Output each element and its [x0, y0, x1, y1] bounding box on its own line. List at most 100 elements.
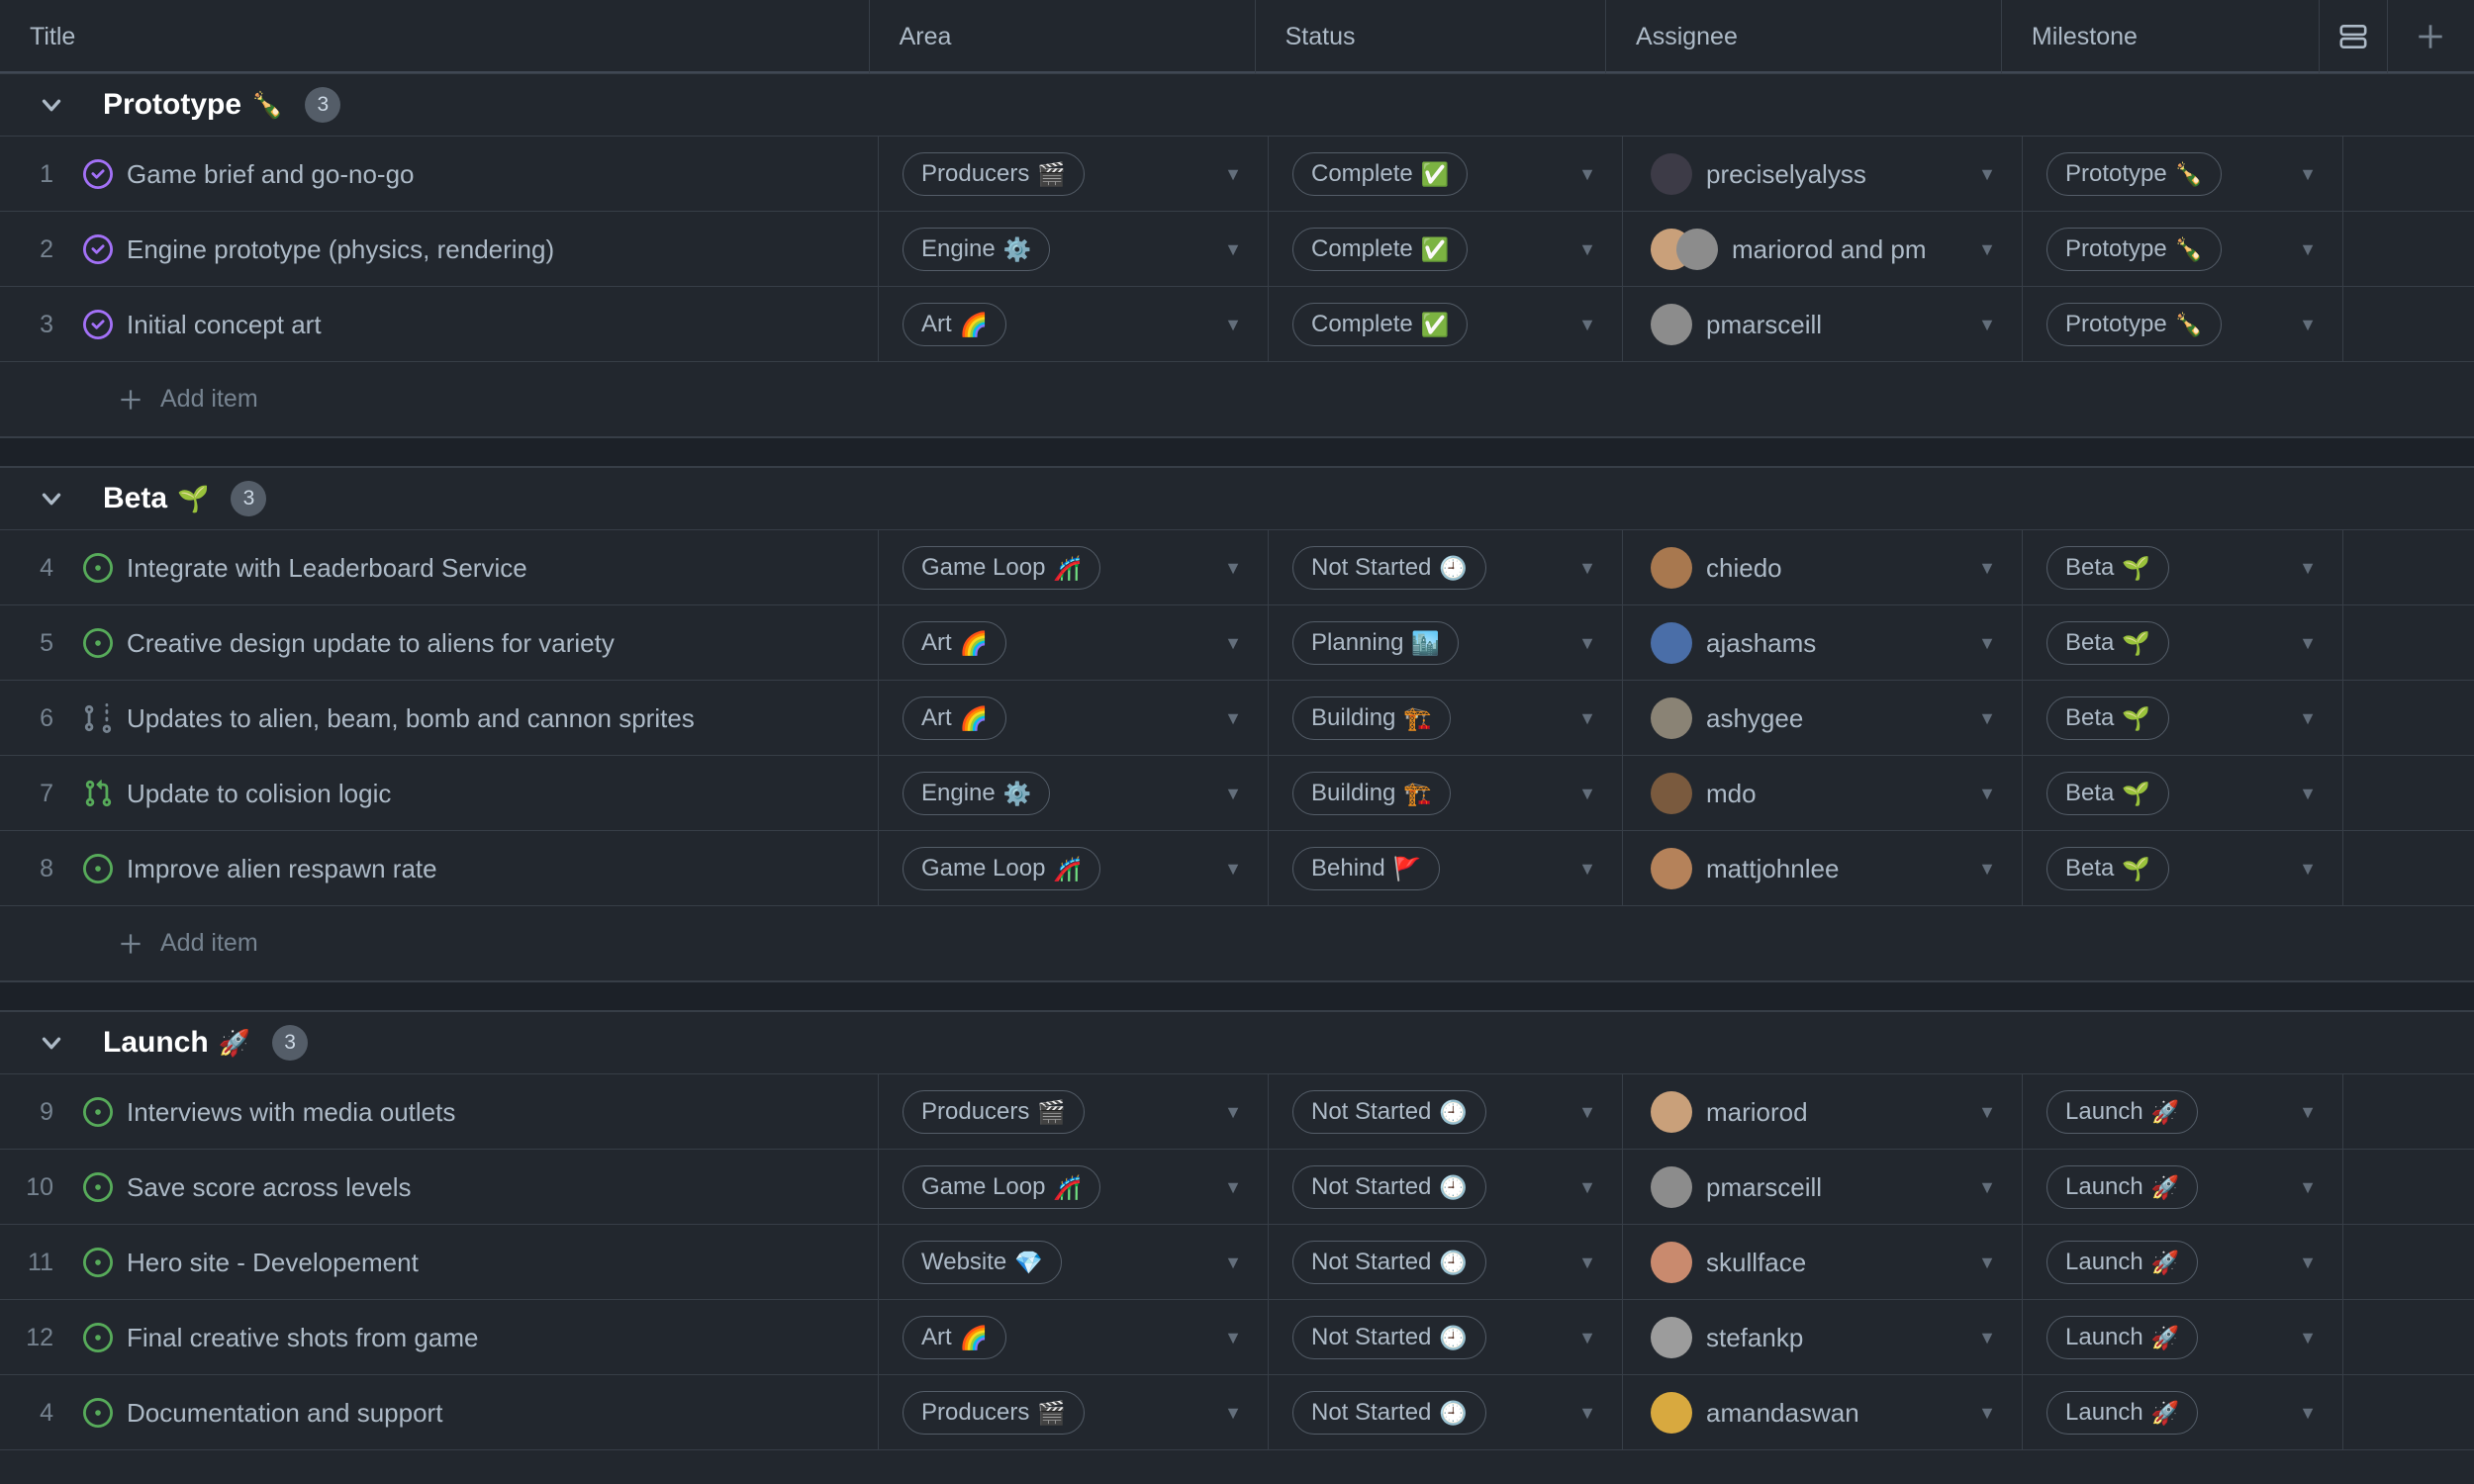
milestone-cell[interactable]: Launch 🚀 ▼ — [2023, 1375, 2343, 1450]
milestone-dropdown-caret[interactable]: ▼ — [2299, 708, 2317, 729]
area-dropdown-caret[interactable]: ▼ — [1224, 859, 1242, 880]
area-dropdown-caret[interactable]: ▼ — [1224, 1252, 1242, 1273]
assignee-cell[interactable]: mariorod ▼ — [1623, 1074, 2023, 1150]
group-header-prototype[interactable]: Prototype 🍾 3 — [0, 73, 2474, 137]
milestone-chip[interactable]: Launch 🚀 — [2046, 1391, 2199, 1435]
table-row[interactable]: 3 Initial concept art Art 🌈 ▼ Complete ✅ ▼ pmars… — [0, 287, 2474, 362]
area-cell[interactable]: Game Loop 🎢 ▼ — [879, 530, 1269, 605]
status-dropdown-caret[interactable]: ▼ — [1578, 1177, 1596, 1198]
milestone-dropdown-caret[interactable]: ▼ — [2299, 315, 2317, 335]
row-title-cell[interactable]: Hero site - Developement — [65, 1225, 879, 1300]
table-row[interactable]: 8 Improve alien respawn rate Game Loop 🎢 ▼ Be… — [0, 831, 2474, 906]
assignee-dropdown-caret[interactable]: ▼ — [1978, 239, 1996, 260]
add-column-button[interactable] — [2388, 0, 2474, 73]
status-dropdown-caret[interactable]: ▼ — [1578, 708, 1596, 729]
milestone-dropdown-caret[interactable]: ▼ — [2299, 784, 2317, 804]
area-cell[interactable]: Art 🌈 ▼ — [879, 1300, 1269, 1375]
assignee-cell[interactable]: stefankp ▼ — [1623, 1300, 2023, 1375]
row-title-cell[interactable]: Final creative shots from game — [65, 1300, 879, 1375]
status-chip[interactable]: Building 🏗️ — [1292, 696, 1452, 740]
assignee-cell[interactable]: mariorod and pm ▼ — [1623, 212, 2023, 287]
row-title-cell[interactable]: Update to colision logic — [65, 756, 879, 831]
milestone-dropdown-caret[interactable]: ▼ — [2299, 239, 2317, 260]
area-chip[interactable]: Art 🌈 — [903, 696, 1007, 740]
milestone-dropdown-caret[interactable]: ▼ — [2299, 164, 2317, 185]
milestone-chip[interactable]: Prototype 🍾 — [2046, 152, 2223, 196]
area-cell[interactable]: Producers 🎬 ▼ — [879, 1375, 1269, 1450]
status-cell[interactable]: Not Started 🕘 ▼ — [1269, 1300, 1623, 1375]
rows-layout-icon[interactable] — [2320, 0, 2388, 73]
assignee-dropdown-caret[interactable]: ▼ — [1978, 859, 1996, 880]
chevron-down-icon[interactable] — [0, 90, 103, 120]
table-row[interactable]: 7 Update to colision logic Engine ⚙️ ▼ Buildi… — [0, 756, 2474, 831]
assignee-dropdown-caret[interactable]: ▼ — [1978, 315, 1996, 335]
status-chip[interactable]: Complete ✅ — [1292, 228, 1469, 271]
status-dropdown-caret[interactable]: ▼ — [1578, 1102, 1596, 1123]
column-header-assignee[interactable]: Assignee — [1606, 0, 2002, 73]
area-chip[interactable]: Engine ⚙️ — [903, 228, 1051, 271]
assignee-dropdown-caret[interactable]: ▼ — [1978, 164, 1996, 185]
column-header-area[interactable]: Area — [870, 0, 1256, 73]
milestone-chip[interactable]: Beta 🌱 — [2046, 546, 2170, 590]
area-dropdown-caret[interactable]: ▼ — [1224, 315, 1242, 335]
area-dropdown-caret[interactable]: ▼ — [1224, 558, 1242, 579]
milestone-cell[interactable]: Prototype 🍾 ▼ — [2023, 137, 2343, 212]
row-title-cell[interactable]: Engine prototype (physics, rendering) — [65, 212, 879, 287]
milestone-dropdown-caret[interactable]: ▼ — [2299, 1102, 2317, 1123]
area-cell[interactable]: Producers 🎬 ▼ — [879, 1074, 1269, 1150]
status-cell[interactable]: Building 🏗️ ▼ — [1269, 681, 1623, 756]
area-cell[interactable]: Website 💎 ▼ — [879, 1225, 1269, 1300]
table-row[interactable]: 10 Save score across levels Game Loop 🎢 ▼ Not… — [0, 1150, 2474, 1225]
milestone-chip[interactable]: Beta 🌱 — [2046, 847, 2170, 890]
assignee-dropdown-caret[interactable]: ▼ — [1978, 1403, 1996, 1424]
milestone-chip[interactable]: Launch 🚀 — [2046, 1165, 2199, 1209]
area-cell[interactable]: Art 🌈 ▼ — [879, 681, 1269, 756]
status-cell[interactable]: Building 🏗️ ▼ — [1269, 756, 1623, 831]
row-title-cell[interactable]: Integrate with Leaderboard Service — [65, 530, 879, 605]
area-dropdown-caret[interactable]: ▼ — [1224, 239, 1242, 260]
status-dropdown-caret[interactable]: ▼ — [1578, 1252, 1596, 1273]
status-dropdown-caret[interactable]: ▼ — [1578, 633, 1596, 654]
milestone-chip[interactable]: Beta 🌱 — [2046, 772, 2170, 815]
status-cell[interactable]: Not Started 🕘 ▼ — [1269, 1375, 1623, 1450]
status-dropdown-caret[interactable]: ▼ — [1578, 859, 1596, 880]
assignee-dropdown-caret[interactable]: ▼ — [1978, 633, 1996, 654]
area-dropdown-caret[interactable]: ▼ — [1224, 1177, 1242, 1198]
assignee-dropdown-caret[interactable]: ▼ — [1978, 1102, 1996, 1123]
area-chip[interactable]: Producers 🎬 — [903, 152, 1086, 196]
area-chip[interactable]: Engine ⚙️ — [903, 772, 1051, 815]
status-chip[interactable]: Not Started 🕘 — [1292, 1165, 1487, 1209]
milestone-chip[interactable]: Beta 🌱 — [2046, 696, 2170, 740]
group-header-launch[interactable]: Launch 🚀 3 — [0, 1011, 2474, 1074]
status-cell[interactable]: Not Started 🕘 ▼ — [1269, 1074, 1623, 1150]
area-chip[interactable]: Producers 🎬 — [903, 1090, 1086, 1134]
table-row[interactable]: 11 Hero site - Developement Website 💎 ▼ Not S… — [0, 1225, 2474, 1300]
area-cell[interactable]: Producers 🎬 ▼ — [879, 137, 1269, 212]
status-dropdown-caret[interactable]: ▼ — [1578, 558, 1596, 579]
area-cell[interactable]: Art 🌈 ▼ — [879, 605, 1269, 681]
status-dropdown-caret[interactable]: ▼ — [1578, 239, 1596, 260]
assignee-dropdown-caret[interactable]: ▼ — [1978, 784, 1996, 804]
row-title-cell[interactable]: Save score across levels — [65, 1150, 879, 1225]
assignee-cell[interactable]: ajashams ▼ — [1623, 605, 2023, 681]
milestone-chip[interactable]: Launch 🚀 — [2046, 1090, 2199, 1134]
status-cell[interactable]: Complete ✅ ▼ — [1269, 212, 1623, 287]
column-header-status[interactable]: Status — [1256, 0, 1607, 73]
table-row[interactable]: 1 Game brief and go-no-go Producers 🎬 ▼ Compl… — [0, 137, 2474, 212]
milestone-dropdown-caret[interactable]: ▼ — [2299, 633, 2317, 654]
status-chip[interactable]: Building 🏗️ — [1292, 772, 1452, 815]
status-dropdown-caret[interactable]: ▼ — [1578, 784, 1596, 804]
milestone-chip[interactable]: Beta 🌱 — [2046, 621, 2170, 665]
assignee-cell[interactable]: mdo ▼ — [1623, 756, 2023, 831]
status-dropdown-caret[interactable]: ▼ — [1578, 315, 1596, 335]
status-dropdown-caret[interactable]: ▼ — [1578, 1328, 1596, 1348]
row-title-cell[interactable]: Interviews with media outlets — [65, 1074, 879, 1150]
status-cell[interactable]: Not Started 🕘 ▼ — [1269, 1225, 1623, 1300]
area-cell[interactable]: Engine ⚙️ ▼ — [879, 212, 1269, 287]
area-cell[interactable]: Engine ⚙️ ▼ — [879, 756, 1269, 831]
area-dropdown-caret[interactable]: ▼ — [1224, 1102, 1242, 1123]
area-chip[interactable]: Art 🌈 — [903, 303, 1007, 346]
table-row[interactable]: 5 Creative design update to aliens for va… — [0, 605, 2474, 681]
milestone-cell[interactable]: Beta 🌱 ▼ — [2023, 756, 2343, 831]
status-cell[interactable]: Complete ✅ ▼ — [1269, 287, 1623, 362]
